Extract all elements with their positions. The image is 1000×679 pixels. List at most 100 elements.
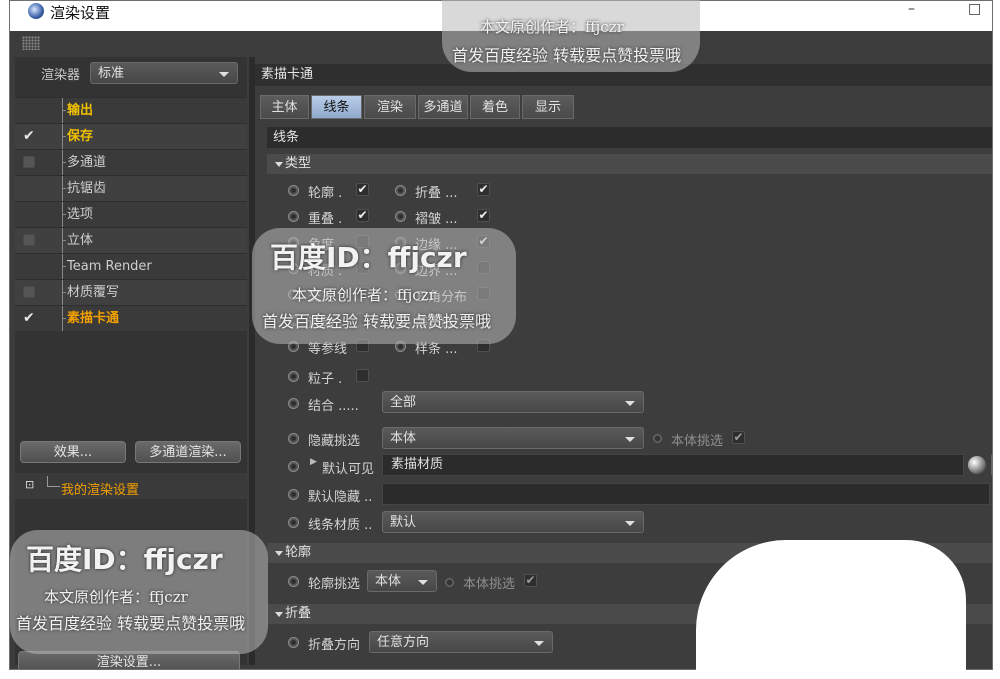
tab-display[interactable]: 显示 (522, 95, 574, 119)
default-visible-anim-radio[interactable] (288, 461, 299, 472)
line-type-checkbox[interactable]: ✔ (477, 209, 490, 222)
tree-item[interactable]: Team Render (15, 253, 247, 279)
tree-item-label: 素描卡通 (61, 306, 119, 331)
combine-anim-radio[interactable] (288, 398, 299, 409)
renderer-label: 渲染器 (41, 68, 81, 83)
watermark-top-box (442, 0, 700, 72)
tree-connector (47, 476, 60, 487)
material-sphere-icon[interactable] (968, 456, 986, 474)
tree-item-label: Team Render (62, 254, 152, 279)
fold-direction-dropdown[interactable]: 任意方向 (369, 631, 553, 653)
line-type-anim-radio[interactable] (395, 211, 406, 222)
expand-arrow-icon[interactable]: ▶ (310, 457, 317, 467)
tree-item[interactable]: 输出 (15, 97, 247, 123)
chevron-down-icon (219, 72, 229, 77)
checkmark-icon[interactable]: ✔ (23, 311, 35, 325)
panel-grip-icon[interactable] (22, 36, 40, 50)
renderer-value: 标准 (98, 66, 125, 81)
chevron-down-icon (534, 641, 544, 646)
line-type-anim-radio[interactable] (288, 185, 299, 196)
line-material-dropdown[interactable]: 默认 (382, 511, 644, 533)
window-title: 渲染设置 (50, 4, 111, 22)
tree-item-label: 多通道 (61, 150, 106, 175)
tab-main[interactable]: 主体 (260, 95, 309, 119)
default-visible-label: 默认可见 (322, 462, 375, 477)
tree-item-label: 保存 (61, 124, 93, 149)
line-type-label: 轮廓 . (308, 186, 343, 201)
chevron-down-icon (625, 401, 635, 406)
default-hidden-field[interactable] (382, 483, 990, 505)
tree-item[interactable]: 立体 (15, 227, 247, 253)
line-type-label: 褶皱 ... (415, 212, 458, 227)
default-hidden-anim-radio[interactable] (288, 489, 299, 500)
tab-multipass[interactable]: 多通道 (418, 95, 468, 119)
tree-item-label: 材质覆写 (61, 280, 119, 305)
hidden-filter-dropdown[interactable]: 本体 (382, 427, 644, 449)
outline-self-filter-label: 本体挑选 (463, 577, 516, 592)
outline-filter-label: 轮廓挑选 (308, 577, 361, 592)
outline-filter-anim-radio[interactable] (288, 576, 299, 587)
minimize-button[interactable]: – (908, 1, 915, 17)
tab-render[interactable]: 渲染 (364, 95, 416, 119)
default-hidden-label: 默认隐藏 .. (308, 490, 373, 505)
line-type-anim-radio[interactable] (395, 185, 406, 196)
chevron-down-icon (625, 437, 635, 442)
outline-self-anim-radio[interactable] (445, 578, 454, 587)
watermark-bottom-box (10, 530, 268, 654)
preset-row[interactable]: ⊡ 我的渲染设置 (15, 473, 247, 499)
multipass-render-button[interactable]: 多通道渲染... (135, 441, 241, 463)
enable-checkbox[interactable] (23, 234, 35, 246)
line-type-checkbox[interactable]: ✔ (477, 183, 490, 196)
tree-item-label: 抗锯齿 (61, 176, 106, 201)
combine-dropdown[interactable]: 全部 (382, 391, 644, 413)
line-type-anim-radio[interactable] (288, 211, 299, 222)
tree-item-label: 立体 (61, 228, 93, 253)
line-type-checkbox[interactable]: ✔ (356, 209, 369, 222)
fold-direction-value: 任意方向 (377, 635, 430, 650)
tab-shading[interactable]: 着色 (470, 95, 520, 119)
tree-item[interactable]: ✔ 保存 (15, 123, 247, 149)
tree-item[interactable]: ✔ 素描卡通 (15, 305, 247, 331)
self-filter-checkbox[interactable]: ✔ (732, 431, 745, 444)
renderer-row: 渲染器 标准 (15, 57, 247, 87)
default-visible-field[interactable]: 素描材质 (382, 454, 964, 476)
self-filter-anim-radio[interactable] (653, 434, 662, 443)
outline-filter-dropdown[interactable]: 本体 (367, 570, 437, 592)
tree-item[interactable]: 材质覆写 (15, 279, 247, 305)
line-type-checkbox[interactable]: ✔ (356, 183, 369, 196)
tree-item-label: 选项 (61, 202, 93, 227)
particles-checkbox[interactable] (356, 369, 369, 382)
enable-checkbox[interactable] (23, 156, 35, 168)
checkmark-icon[interactable]: ✔ (23, 129, 35, 143)
tab-lines[interactable]: 线条 (311, 95, 362, 119)
renderer-dropdown[interactable]: 标准 (90, 62, 238, 84)
maximize-button[interactable]: □ (968, 1, 981, 17)
settings-tree: 输出 ✔ 保存 多通道 抗锯齿 选项 立体 Team Render 材质覆写 ✔ 素描卡通 (15, 97, 247, 331)
line-material-value: 默认 (390, 515, 417, 530)
watermark-middle-box (252, 228, 516, 344)
app-logo-icon (28, 3, 44, 19)
tree-item-label: 输出 (61, 98, 93, 123)
particles-label: 粒子 . (308, 372, 343, 387)
particles-anim-radio[interactable] (288, 371, 299, 382)
scroll-handle[interactable] (991, 454, 992, 476)
redaction-blob (696, 540, 966, 679)
outline-self-filter-checkbox[interactable]: ✔ (524, 574, 537, 587)
chevron-down-icon (418, 580, 428, 585)
expand-icon[interactable]: ⊡ (25, 478, 34, 491)
hidden-filter-label: 隐藏挑选 (308, 434, 361, 449)
tree-item[interactable]: 多通道 (15, 149, 247, 175)
tree-item[interactable]: 抗锯齿 (15, 175, 247, 201)
outline-filter-value: 本体 (375, 574, 402, 589)
effects-button[interactable]: 效果... (20, 441, 126, 463)
combine-value: 全部 (390, 395, 417, 410)
line-type-label: 折叠 ... (415, 186, 458, 201)
hidden-filter-anim-radio[interactable] (288, 433, 299, 444)
enable-checkbox[interactable] (23, 286, 35, 298)
fold-direction-label: 折叠方向 (308, 638, 361, 653)
line-material-label: 线条材质 .. (308, 518, 373, 533)
tree-item[interactable]: 选项 (15, 201, 247, 227)
group-type[interactable]: 类型 (267, 154, 992, 174)
line-material-anim-radio[interactable] (288, 517, 299, 528)
fold-direction-anim-radio[interactable] (288, 637, 299, 648)
